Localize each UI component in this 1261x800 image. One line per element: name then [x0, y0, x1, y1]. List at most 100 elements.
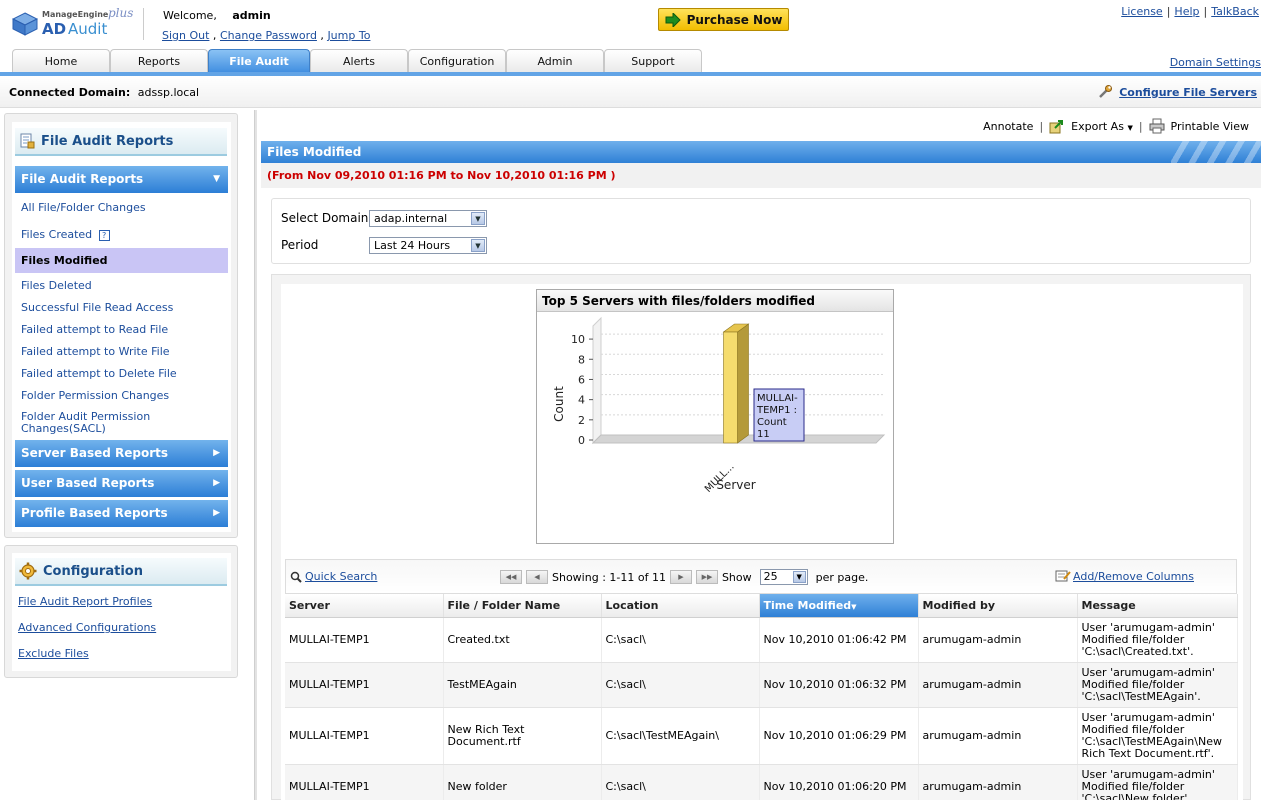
message-cell: User 'arumugam-admin' Modified file/fold… [1077, 707, 1238, 765]
toolbar-separator: | [1138, 119, 1143, 133]
license-link[interactable]: License [1121, 5, 1162, 18]
change-password-link[interactable]: Change Password [220, 29, 317, 42]
chart-y-tick-label: 10 [571, 333, 585, 346]
printable-view-button[interactable]: Printable View [1171, 120, 1249, 133]
table-row[interactable]: MULLAI-TEMP1 New folder C:\sacl\ Nov 10,201… [285, 764, 1238, 800]
chart-tooltip-line: 11 [757, 429, 770, 440]
logo-plus: plus [108, 6, 134, 20]
select-domain-dropdown[interactable]: adap.internal ▼ [369, 210, 487, 227]
talkback-link[interactable]: TalkBack [1211, 5, 1259, 18]
domain-settings-link[interactable]: Domain Settings [1170, 56, 1261, 69]
tab-admin[interactable]: Admin [506, 49, 604, 73]
chart-tooltip-line: MULLAI- [757, 393, 798, 404]
table-row[interactable]: MULLAI-TEMP1 TestMEAgain C:\sacl\ Nov 10,20… [285, 662, 1238, 708]
triangle-right-icon: ▶ [213, 478, 220, 488]
sidebar-item-successful-read[interactable]: Successful File Read Access [15, 301, 228, 314]
sidebar-item-folder-sacl[interactable]: Folder Audit Permission Changes(SACL) [15, 411, 185, 435]
column-header-file-folder-name[interactable]: File / Folder Name [443, 594, 602, 618]
tab-configuration[interactable]: Configuration [408, 49, 506, 73]
welcome-text: Welcome, admin [163, 9, 271, 22]
file-audit-report-profiles-link[interactable]: File Audit Report Profiles [18, 595, 152, 608]
add-remove-columns[interactable]: Add/Remove Columns [1055, 569, 1194, 583]
show-label: Show [721, 570, 752, 584]
purchase-now-button[interactable]: Purchase Now [658, 8, 789, 31]
table-row[interactable]: MULLAI-TEMP1 New Rich Text Document.rtf C:… [285, 707, 1238, 765]
server-cell: MULLAI-TEMP1 [285, 764, 444, 800]
tab-alerts[interactable]: Alerts [310, 49, 408, 73]
configure-file-servers[interactable]: Configure File Servers [1097, 85, 1257, 99]
exclude-files-link[interactable]: Exclude Files [18, 647, 89, 660]
connection-bar: Connected Domain: adssp.local Configure … [0, 76, 1261, 108]
configure-file-servers-link[interactable]: Configure File Servers [1119, 86, 1257, 99]
export-as-button[interactable]: Export As ▼ [1071, 120, 1133, 133]
quick-search-link[interactable]: Quick Search [305, 570, 377, 583]
period-dropdown[interactable]: Last 24 Hours ▼ [369, 237, 487, 254]
period-label: Period [281, 238, 319, 252]
configuration-title: Configuration [15, 558, 227, 586]
filter-box: Select Domain adap.internal ▼ Period Las… [271, 198, 1251, 264]
time-modified-cell: Nov 10,2010 01:06:32 PM [759, 662, 919, 708]
sidebar-item-files-created[interactable]: Files Created ? [15, 228, 228, 241]
welcome-label: Welcome, [163, 9, 217, 22]
server-cell: MULLAI-TEMP1 [285, 617, 444, 663]
annotate-button[interactable]: Annotate [983, 120, 1033, 133]
sidebar-item-all-changes[interactable]: All File/Folder Changes [15, 201, 228, 214]
configuration-panel-inner: Configuration File Audit Report Profiles… [12, 553, 231, 671]
chart-bar-side [737, 323, 749, 444]
logo-audit: Audit [68, 20, 108, 38]
section-profile-based-reports[interactable]: Profile Based Reports ▶ [15, 500, 228, 527]
product-logo[interactable]: ManageEngine plus AD Audit [12, 6, 137, 42]
chevron-down-icon: ▼ [471, 239, 485, 252]
column-header-message[interactable]: Message [1077, 594, 1238, 618]
report-toolbar: Annotate | Export As ▼ | Printable View [983, 118, 1249, 134]
column-header-location[interactable]: Location [601, 594, 760, 618]
column-header-server[interactable]: Server [285, 594, 444, 618]
help-link[interactable]: Help [1174, 5, 1199, 18]
tab-support[interactable]: Support [604, 49, 702, 73]
search-icon [290, 571, 302, 583]
section-user-based-reports[interactable]: User Based Reports ▶ [15, 470, 228, 497]
sidebar-item-files-modified[interactable]: Files Modified [15, 248, 228, 273]
section-server-label: Server Based Reports [21, 446, 169, 460]
next-page-icon[interactable]: ▶ [669, 570, 692, 584]
triangle-down-icon: ▼ [213, 174, 220, 184]
sign-out-link[interactable]: Sign Out [162, 29, 209, 42]
column-header-time-modified[interactable]: Time Modified▼ [759, 594, 919, 618]
sidebar-item-folder-permission[interactable]: Folder Permission Changes [15, 389, 228, 402]
logo-ad: AD [42, 20, 67, 38]
tab-home[interactable]: Home [12, 49, 110, 73]
triangle-right-icon: ▶ [213, 448, 220, 458]
jump-to-link[interactable]: Jump To [327, 29, 370, 42]
tab-reports[interactable]: Reports [110, 49, 208, 73]
message-cell: User 'arumugam-admin' Modified file/fold… [1077, 662, 1238, 708]
section-file-audit-reports[interactable]: File Audit Reports ▼ [15, 166, 228, 193]
adaudit-logo-icon [12, 12, 38, 36]
advanced-configurations-link[interactable]: Advanced Configurations [18, 621, 156, 634]
section-server-based-reports[interactable]: Server Based Reports ▶ [15, 440, 228, 467]
page-size-select[interactable]: 25 ▼ [759, 569, 808, 585]
panel-divider[interactable] [254, 110, 257, 800]
help-icon[interactable]: ? [98, 230, 110, 241]
chart-y-tick-label: 2 [578, 414, 585, 427]
report-title: Files Modified [267, 145, 362, 159]
location-cell: C:\sacl\ [601, 617, 760, 663]
first-page-icon[interactable]: ◀◀ [500, 570, 522, 584]
sidebar-item-failed-delete[interactable]: Failed attempt to Delete File [15, 367, 228, 380]
tab-file-audit[interactable]: File Audit [208, 49, 310, 73]
sidebar-item-failed-read[interactable]: Failed attempt to Read File [15, 323, 228, 336]
connected-domain-label: Connected Domain: [9, 86, 131, 99]
chart-y-tick-label: 4 [578, 394, 585, 407]
column-header-time-modified-label: Time Modified [763, 598, 852, 612]
table-body: MULLAI-TEMP1 Created.txt C:\sacl\ Nov 10,20… [285, 617, 1238, 800]
column-header-modified-by[interactable]: Modified by [918, 594, 1078, 618]
table-row[interactable]: MULLAI-TEMP1 Created.txt C:\sacl\ Nov 10,20… [285, 617, 1238, 663]
sidebar-item-failed-write[interactable]: Failed attempt to Write File [15, 345, 228, 358]
chart-tooltip: MULLAI-TEMP1 :Count11 [753, 388, 805, 442]
sort-descending-icon: ▼ [851, 602, 857, 611]
chart-y-axis-label: Count [552, 386, 566, 422]
sidebar-item-files-deleted[interactable]: Files Deleted [15, 279, 228, 292]
add-remove-columns-link[interactable]: Add/Remove Columns [1073, 570, 1194, 583]
previous-page-icon[interactable]: ◀ [526, 570, 548, 584]
last-page-icon[interactable]: ▶▶ [695, 570, 718, 584]
quick-search[interactable]: Quick Search [290, 570, 377, 583]
